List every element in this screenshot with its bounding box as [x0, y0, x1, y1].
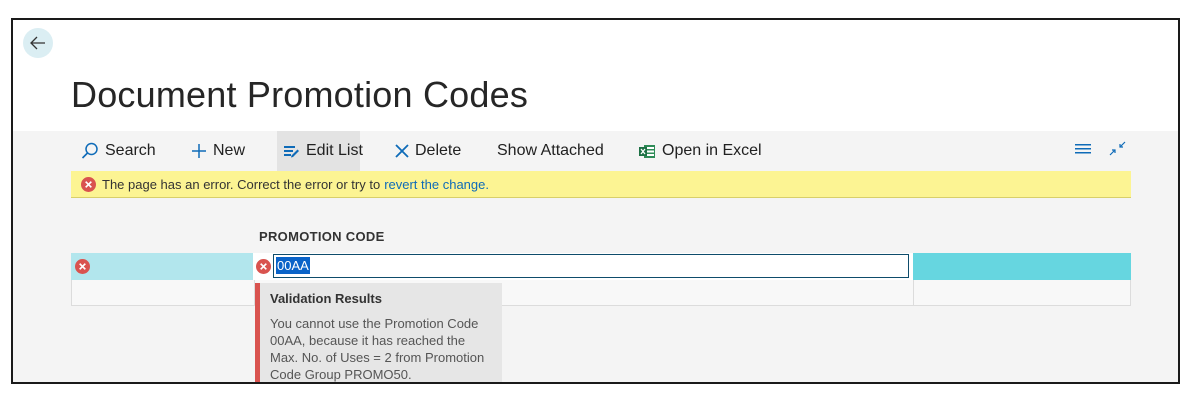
list-view-icon[interactable]: [1075, 142, 1091, 160]
row-indicator-cell[interactable]: [71, 253, 253, 280]
row-indicator-cell[interactable]: [72, 280, 254, 305]
page-title: Document Promotion Codes: [71, 74, 529, 115]
new-button[interactable]: New: [191, 131, 245, 171]
plus-icon: [191, 143, 207, 159]
page-frame: Document Promotion Codes Search New Edit…: [11, 18, 1180, 384]
error-icon: [75, 259, 90, 274]
error-icon: [256, 259, 271, 274]
promotion-code-column-header[interactable]: PROMOTION CODE: [259, 229, 385, 244]
action-bar: Search New Edit List Delete Show Attache…: [71, 131, 1131, 171]
show-attached-button[interactable]: Show Attached: [497, 131, 604, 171]
row-trailing-cell: [914, 280, 1132, 305]
delete-button[interactable]: Delete: [395, 131, 461, 171]
edit-list-button[interactable]: Edit List: [277, 131, 363, 171]
validation-message: You cannot use the Promotion Code 00AA, …: [270, 316, 485, 382]
edit-list-label: Edit List: [306, 142, 363, 159]
table-row[interactable]: 00AA: [71, 253, 1131, 280]
search-button[interactable]: Search: [81, 131, 156, 171]
open-in-excel-button[interactable]: Open in Excel: [639, 131, 762, 171]
promotion-code-value: 00AA: [276, 257, 310, 274]
table-row[interactable]: [71, 280, 1131, 306]
promotion-code-input[interactable]: 00AA: [273, 254, 909, 278]
delete-label: Delete: [415, 142, 462, 159]
validation-title: Validation Results: [270, 291, 382, 306]
back-arrow-icon: [30, 36, 45, 50]
search-icon: [81, 142, 99, 160]
open-in-excel-label: Open in Excel: [662, 142, 762, 159]
show-attached-label: Show Attached: [497, 142, 604, 159]
edit-list-icon: [283, 144, 300, 159]
validation-results-tooltip: Validation Results You cannot use the Pr…: [255, 283, 502, 382]
revert-change-link[interactable]: revert the change.: [384, 177, 489, 192]
content-area: Search New Edit List Delete Show Attache…: [13, 131, 1178, 382]
x-icon: [395, 144, 409, 158]
excel-icon: [639, 144, 656, 159]
row-trailing-cell: [913, 253, 1131, 280]
error-notification-bar: The page has an error. Correct the error…: [71, 171, 1131, 198]
collapse-icon[interactable]: [1109, 141, 1127, 162]
error-icon: [81, 176, 96, 192]
back-button[interactable]: [23, 28, 53, 58]
right-toolbar: [1075, 131, 1131, 171]
search-label: Search: [105, 142, 156, 159]
error-message: The page has an error. Correct the error…: [102, 176, 381, 192]
new-label: New: [213, 142, 246, 159]
